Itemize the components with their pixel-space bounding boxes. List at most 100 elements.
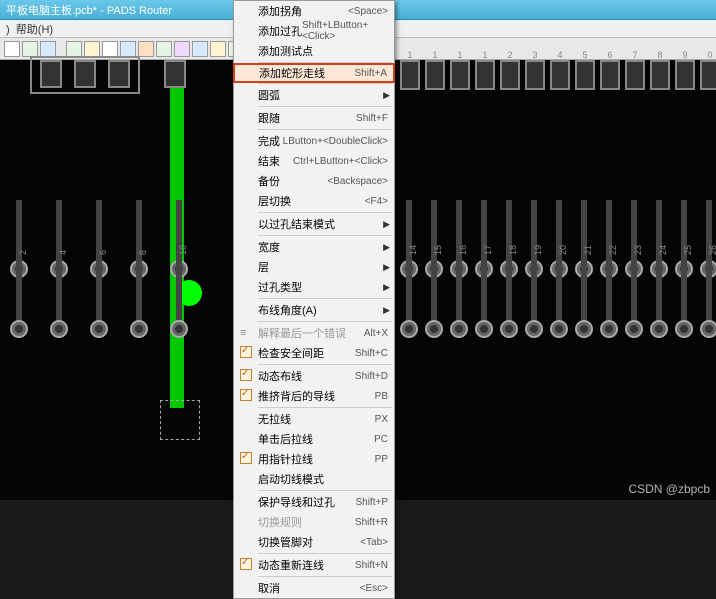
- menu-shortcut: <Space>: [348, 6, 388, 17]
- menu-shortcut: PC: [374, 434, 388, 445]
- trace-stub: [681, 260, 687, 320]
- menu-shortcut: <Tab>: [360, 537, 388, 548]
- menu-label: 动态重新连线: [258, 557, 355, 573]
- menu-separator: [258, 553, 392, 554]
- pcb-via: [130, 320, 148, 338]
- menu-separator: [258, 62, 392, 63]
- menu-item[interactable]: 启动切线模式: [234, 469, 394, 489]
- pcb-pad: 2: [500, 60, 520, 90]
- trace-stub: [631, 260, 637, 320]
- menu-item[interactable]: 添加蛇形走线Shift+A: [234, 64, 394, 82]
- menu-shortcut: <Esc>: [360, 583, 388, 594]
- menu-item[interactable]: 以过孔结束模式▶: [234, 214, 394, 234]
- pcb-via: [650, 320, 668, 338]
- menu-item[interactable]: 动态重新连线Shift+N: [234, 555, 394, 575]
- pcb-via: [50, 320, 68, 338]
- menu-separator: [258, 298, 392, 299]
- menu-item[interactable]: 添加测试点: [234, 41, 394, 61]
- menu-item[interactable]: 圆弧▶: [234, 85, 394, 105]
- ref-designator: 26: [708, 245, 716, 255]
- component-pad: [164, 60, 186, 88]
- menu-label: 检查安全间距: [258, 345, 355, 361]
- menu-separator: [258, 106, 392, 107]
- tool-btn[interactable]: [4, 41, 20, 57]
- pad-label: 3: [527, 50, 543, 60]
- tool-btn[interactable]: [120, 41, 136, 57]
- ref-designator: 20: [558, 245, 568, 255]
- menu-label: 添加测试点: [258, 43, 388, 59]
- submenu-arrow-icon: ▶: [383, 90, 390, 101]
- context-menu[interactable]: 添加拐角<Space>添加过孔Shift+LButton+<Click> 添加测试…: [233, 0, 395, 599]
- pcb-via: [700, 320, 716, 338]
- menu-shortcut: Shift+LButton+<Click>: [302, 20, 388, 42]
- menu-label: 动态布线: [258, 368, 355, 384]
- menu-item[interactable]: 推挤背后的导线PB: [234, 386, 394, 406]
- menu-label: 推挤背后的导线: [258, 388, 375, 404]
- menu-item[interactable]: 添加拐角<Space>: [234, 1, 394, 21]
- tool-btn[interactable]: [84, 41, 100, 57]
- trace-stub: [431, 260, 437, 320]
- menu-shortcut: PP: [375, 454, 388, 465]
- menu-item[interactable]: 备份<Backspace>: [234, 171, 394, 191]
- menu-separator: [258, 490, 392, 491]
- menu-item[interactable]: 取消<Esc>: [234, 578, 394, 598]
- menu-item[interactable]: 过孔类型▶: [234, 277, 394, 297]
- menu-item: ≡解释最后一个错误Alt+X: [234, 323, 394, 343]
- menu-item[interactable]: 切换管脚对<Tab>: [234, 532, 394, 552]
- menu-label: 切换管脚对: [258, 534, 360, 550]
- pcb-pad: 5: [575, 60, 595, 90]
- tool-btn[interactable]: [40, 41, 56, 57]
- menu-help[interactable]: 帮助(H): [16, 24, 53, 36]
- menu-shortcut: LButton+<DoubleClick>: [283, 136, 388, 147]
- tool-btn[interactable]: [210, 41, 226, 57]
- ref-designator: 19: [533, 245, 543, 255]
- menu-item[interactable]: 完成LButton+<DoubleClick>: [234, 131, 394, 151]
- trace-stub: [96, 260, 102, 320]
- pcb-pad: 0: [700, 60, 716, 90]
- tool-btn[interactable]: [174, 41, 190, 57]
- menu-item[interactable]: 层切换<F4>: [234, 191, 394, 211]
- menu-separator: [258, 321, 392, 322]
- menu-item[interactable]: 布线角度(A)▶: [234, 300, 394, 320]
- tool-btn[interactable]: [66, 41, 82, 57]
- menu-item[interactable]: 动态布线Shift+D: [234, 366, 394, 386]
- pad-label: 1: [477, 50, 493, 60]
- trace-stub: [581, 260, 587, 320]
- ref-designator: 10: [178, 245, 188, 255]
- pad-label: 0: [702, 50, 716, 60]
- tool-btn[interactable]: [192, 41, 208, 57]
- pcb-via: [525, 320, 543, 338]
- pcb-via: [500, 320, 518, 338]
- menu-item[interactable]: 单击后拉线PC: [234, 429, 394, 449]
- pad-label: 5: [577, 50, 593, 60]
- menu-item[interactable]: 层▶: [234, 257, 394, 277]
- menu-item[interactable]: 跟随Shift+F: [234, 108, 394, 128]
- menu-label: 用指针拉线: [258, 451, 375, 467]
- tool-btn[interactable]: [102, 41, 118, 57]
- menu-item[interactable]: 结束Ctrl+LButton+<Click>: [234, 151, 394, 171]
- tool-btn[interactable]: [156, 41, 172, 57]
- pcb-pad: 7: [625, 60, 645, 90]
- menu-shortcut: PB: [375, 391, 388, 402]
- menu-item[interactable]: 用指针拉线PP: [234, 449, 394, 469]
- ref-designator: 6: [98, 250, 108, 255]
- tool-btn[interactable]: [138, 41, 154, 57]
- ref-designator: 8: [138, 250, 148, 255]
- menu-shortcut: Ctrl+LButton+<Click>: [293, 156, 388, 167]
- menu-label: 备份: [258, 173, 327, 189]
- menu-item[interactable]: 宽度▶: [234, 237, 394, 257]
- menu-item[interactable]: 检查安全间距Shift+C: [234, 343, 394, 363]
- menu-label: 结束: [258, 153, 293, 169]
- trace-stub: [56, 260, 62, 320]
- menu-item[interactable]: 添加过孔Shift+LButton+<Click>: [234, 21, 394, 41]
- ref-designator: 21: [583, 245, 593, 255]
- menu-separator: [258, 235, 392, 236]
- submenu-arrow-icon: ▶: [383, 282, 390, 293]
- tool-btn[interactable]: [22, 41, 38, 57]
- check-icon: [240, 452, 252, 464]
- menu-item[interactable]: 保护导线和过孔Shift+P: [234, 492, 394, 512]
- pcb-via: [450, 320, 468, 338]
- menu-label: 跟随: [258, 110, 356, 126]
- pcb-via: [425, 320, 443, 338]
- menu-item[interactable]: 无拉线PX: [234, 409, 394, 429]
